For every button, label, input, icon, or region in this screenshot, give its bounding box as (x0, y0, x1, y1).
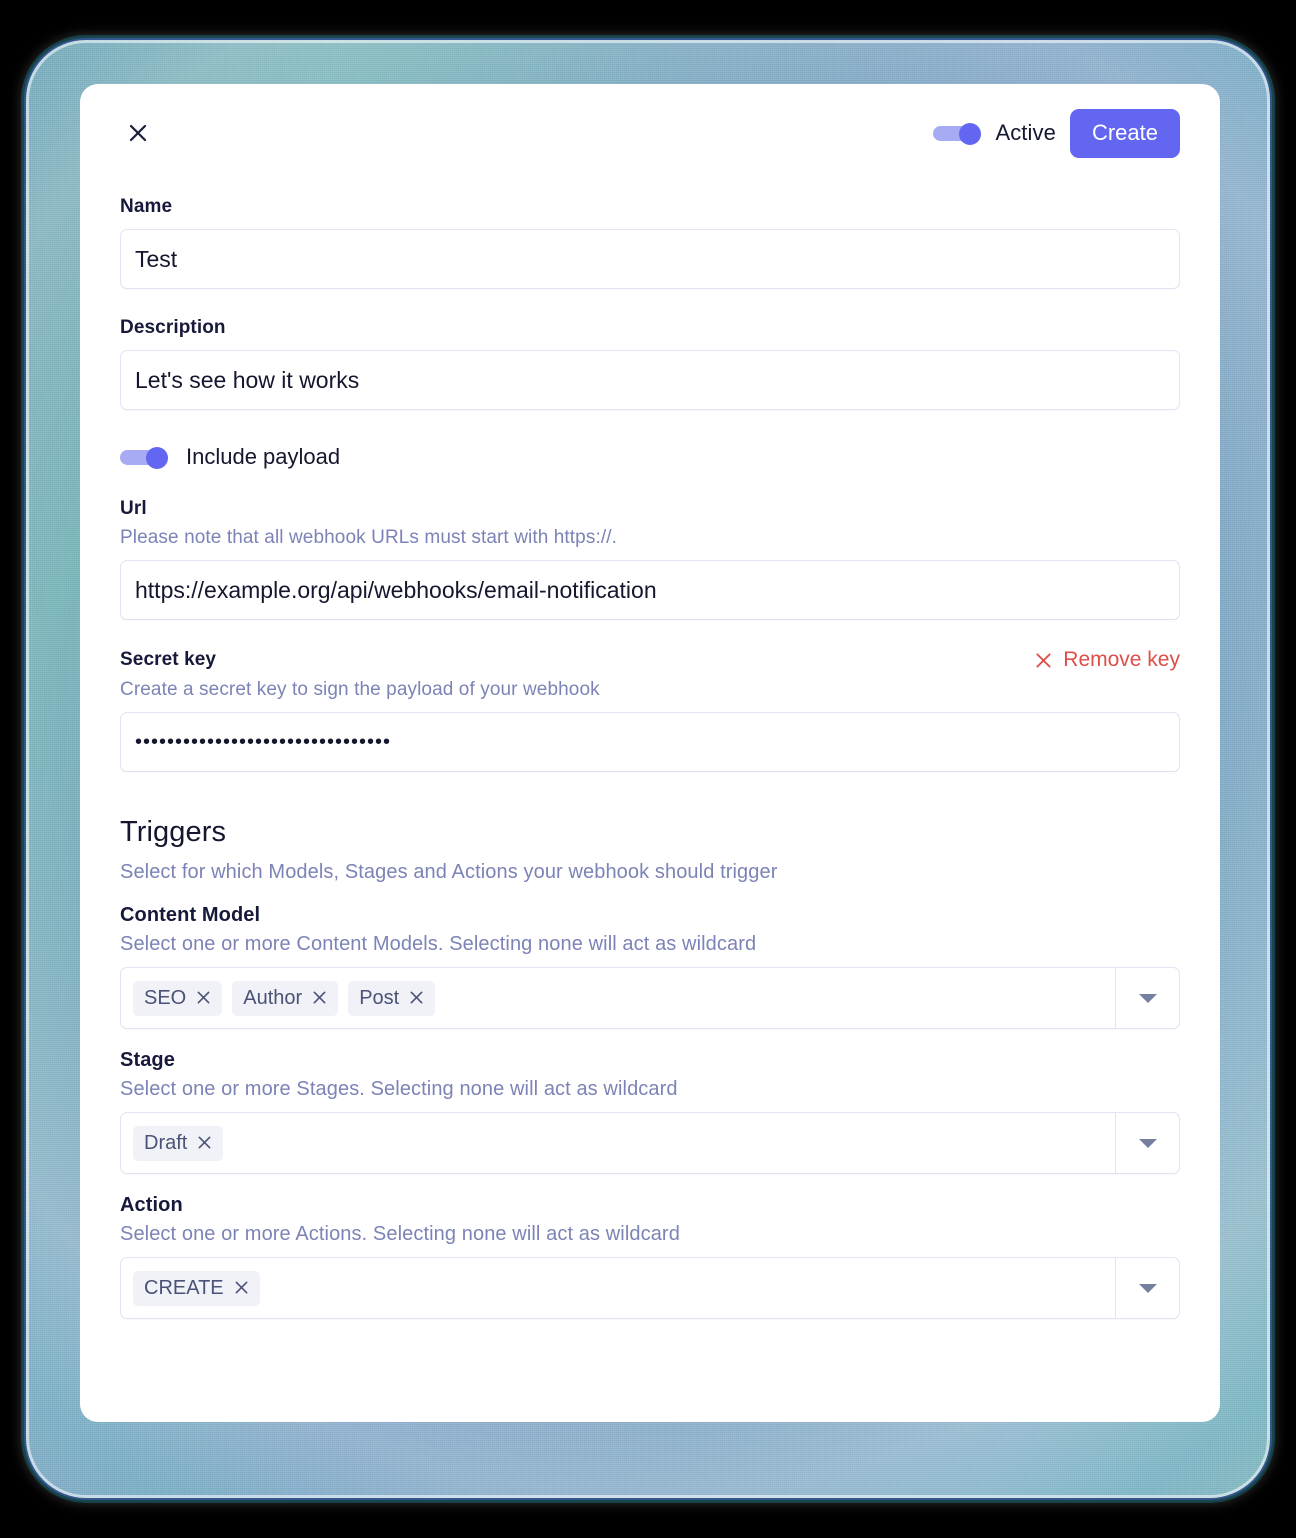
description-field-group: Description (120, 317, 1180, 410)
caret-shape (1138, 993, 1157, 1003)
multiselect[interactable]: SEO Author Post (120, 967, 1180, 1029)
url-field-group: Url Please note that all webhook URLs mu… (120, 498, 1180, 620)
active-toggle-label: Active (995, 120, 1056, 145)
chevron-down-icon[interactable] (1116, 993, 1179, 1003)
trigger-group-help-text: Select one or more Content Models. Selec… (120, 933, 757, 955)
url-help-text: Please note that all webhook URLs must s… (120, 527, 617, 548)
chip-remove-icon[interactable] (409, 990, 424, 1005)
chip[interactable]: CREATE (133, 1270, 260, 1306)
chip-list: SEO Author Post (121, 980, 1115, 1016)
description-input[interactable] (120, 350, 1180, 410)
chip-remove-icon[interactable] (312, 990, 327, 1005)
chip-list: CREATE (121, 1270, 1115, 1306)
remove-key-label: Remove key (1063, 648, 1180, 671)
include-payload-label: Include payload (186, 444, 341, 469)
trigger-group-help-text: Select one or more Stages. Selecting non… (120, 1078, 678, 1100)
chevron-down-icon[interactable] (1116, 1283, 1179, 1293)
secret-key-field-group: Secret key Remove key Create a secret ke… (120, 648, 1180, 772)
chip-label: Draft (144, 1131, 188, 1154)
caret-shape (1138, 1138, 1157, 1148)
trigger-groups: Content Model Select one or more Content … (120, 904, 1180, 1319)
chip-remove-icon[interactable] (234, 1280, 249, 1295)
name-field-group: Name (120, 196, 1180, 289)
secret-key-input[interactable] (120, 712, 1180, 772)
secret-key-label-row: Secret key Remove key (120, 648, 1180, 672)
triggers-heading: Triggers (120, 816, 227, 848)
trigger-group-label: Action (120, 1194, 183, 1216)
close-icon (128, 123, 148, 143)
webhook-form-modal: Active Create Name Description In (80, 84, 1220, 1422)
secret-key-label: Secret key (120, 649, 217, 670)
chevron-down-icon[interactable] (1116, 1138, 1179, 1148)
remove-key-button[interactable]: Remove key (1035, 648, 1180, 672)
caret-shape (1138, 1283, 1157, 1293)
chip-label: Post (359, 986, 400, 1009)
screen: Active Create Name Description In (0, 0, 1296, 1538)
active-toggle[interactable] (933, 123, 982, 145)
trigger-group-help-text: Select one or more Actions. Selecting no… (120, 1223, 680, 1245)
trigger-group-label: Stage (120, 1049, 175, 1071)
name-label: Name (120, 196, 173, 217)
multiselect[interactable]: Draft (120, 1112, 1180, 1174)
chip-label: CREATE (144, 1276, 224, 1299)
trigger-group: Action Select one or more Actions. Select… (120, 1194, 1180, 1319)
chip[interactable]: SEO (133, 980, 223, 1016)
header-actions: Active Create (933, 108, 1180, 158)
include-payload-toggle[interactable] (120, 447, 168, 469)
trigger-group: Stage Select one or more Stages. Selectin… (120, 1049, 1180, 1174)
chip[interactable]: Draft (133, 1125, 224, 1161)
close-icon (1035, 652, 1052, 669)
trigger-group-label: Content Model (120, 904, 261, 926)
close-button[interactable] (120, 115, 156, 151)
description-label: Description (120, 317, 226, 338)
secret-key-help-text: Create a secret key to sign the payload … (120, 679, 600, 700)
chip-list: Draft (121, 1125, 1115, 1161)
chip-label: Author (243, 986, 303, 1009)
chip[interactable]: Author (232, 980, 339, 1016)
active-toggle-knob (959, 123, 982, 145)
url-input[interactable] (120, 560, 1180, 620)
include-payload-toggle-knob (146, 447, 168, 469)
create-button[interactable]: Create (1069, 108, 1180, 158)
url-label: Url (120, 498, 147, 519)
triggers-subtitle: Select for which Models, Stages and Acti… (120, 861, 778, 883)
trigger-group: Content Model Select one or more Content … (120, 904, 1180, 1029)
chip[interactable]: Post (348, 980, 436, 1016)
chip-label: SEO (144, 986, 187, 1009)
include-payload-row: Include payload (120, 444, 1180, 470)
modal-header: Active Create (120, 84, 1180, 168)
chip-remove-icon[interactable] (196, 990, 211, 1005)
name-input[interactable] (120, 229, 1180, 289)
multiselect[interactable]: CREATE (120, 1257, 1180, 1319)
chip-remove-icon[interactable] (197, 1135, 212, 1150)
